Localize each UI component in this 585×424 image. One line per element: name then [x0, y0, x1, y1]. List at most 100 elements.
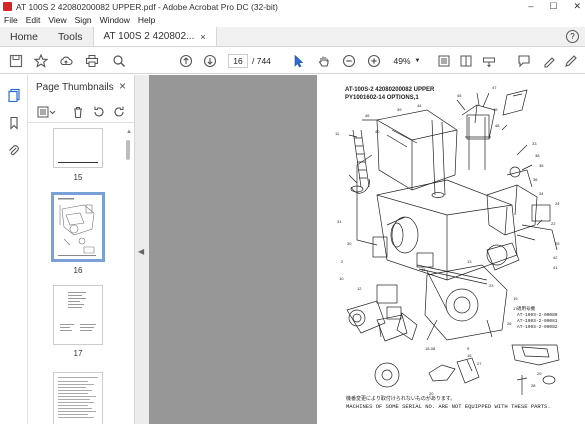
- bookmarks-icon[interactable]: [6, 115, 22, 131]
- svg-text:26: 26: [507, 321, 512, 326]
- page-total: / 744: [252, 56, 271, 66]
- thumbnail-page-17[interactable]: [53, 285, 103, 345]
- tab-document[interactable]: AT 100S 2 420802... ×: [92, 27, 217, 46]
- zoom-out-icon[interactable]: [341, 53, 357, 69]
- document-viewport[interactable]: AT-100S-2 42080200082 UPPER PY1001602-14…: [149, 75, 585, 424]
- svg-text:38: 38: [535, 153, 540, 158]
- maximize-button[interactable]: ☐: [549, 1, 557, 12]
- thumbnail-label: 17: [73, 349, 83, 358]
- svg-text:35: 35: [539, 163, 544, 168]
- svg-text:12: 12: [357, 286, 362, 291]
- footnote-english: MACHINES OF SOME SERIAL NO. ARE NOT EQUI…: [346, 403, 551, 410]
- menu-file[interactable]: File: [4, 15, 18, 25]
- svg-text:28: 28: [531, 383, 536, 388]
- svg-text:10: 10: [339, 276, 344, 281]
- svg-text:16: 16: [467, 353, 472, 358]
- menu-bar: File Edit View Sign Window Help: [0, 13, 585, 26]
- serial-item: AT-100S-2-00082: [517, 325, 558, 330]
- page-display-icon[interactable]: [458, 53, 474, 69]
- menu-window[interactable]: Window: [100, 15, 130, 25]
- svg-text:33: 33: [532, 141, 537, 146]
- find-icon[interactable]: [111, 53, 127, 69]
- sign-pen-icon[interactable]: [563, 53, 579, 69]
- svg-text:47: 47: [492, 85, 497, 90]
- menu-sign[interactable]: Sign: [75, 15, 92, 25]
- window-title: AT 100S 2 42080200082 UPPER.pdf - Adobe …: [16, 1, 278, 12]
- thumbnail-label: 16: [73, 266, 83, 275]
- hand-tool-icon[interactable]: [316, 53, 332, 69]
- svg-text:41: 41: [553, 265, 558, 270]
- svg-text:36: 36: [533, 177, 538, 182]
- print-icon[interactable]: [84, 53, 100, 69]
- scroll-up-arrow-icon[interactable]: ▲: [126, 129, 132, 135]
- svg-text:29: 29: [537, 371, 542, 376]
- acrobat-window: AT 100S 2 42080200082 UPPER.pdf - Adobe …: [0, 0, 585, 424]
- tab-tools[interactable]: Tools: [48, 27, 93, 46]
- comment-icon[interactable]: [516, 53, 532, 69]
- next-page-icon[interactable]: [202, 53, 218, 69]
- menu-view[interactable]: View: [48, 15, 66, 25]
- svg-text:48: 48: [495, 123, 500, 128]
- svg-text:25: 25: [555, 241, 560, 246]
- highlight-pen-icon[interactable]: [541, 53, 557, 69]
- page-number-input[interactable]: 16: [228, 54, 248, 68]
- thumbnail-page-15[interactable]: [53, 128, 103, 168]
- svg-text:45: 45: [457, 93, 462, 98]
- zoom-value: 49%: [393, 56, 411, 66]
- thumbnail-label: 15: [73, 173, 83, 182]
- svg-text:9: 9: [467, 346, 470, 351]
- svg-text:15: 15: [421, 267, 426, 272]
- rotate-ccw-icon[interactable]: [92, 105, 106, 119]
- svg-text:49: 49: [493, 107, 498, 112]
- svg-text:19: 19: [513, 296, 518, 301]
- cloud-upload-icon[interactable]: [58, 53, 74, 69]
- zoom-dropdown[interactable]: 49% ▼: [388, 54, 426, 68]
- pdf-page: AT-100S-2 42080200082 UPPER PY1001602-14…: [317, 75, 585, 424]
- rotate-cw-icon[interactable]: [112, 105, 126, 119]
- svg-text:30: 30: [347, 241, 352, 246]
- svg-text:23: 23: [489, 283, 494, 288]
- title-bar: AT 100S 2 42080200082 UPPER.pdf - Adobe …: [0, 0, 585, 13]
- menu-help[interactable]: Help: [138, 15, 155, 25]
- tab-document-label: AT 100S 2 420802...: [103, 31, 195, 42]
- panel-collapse-handle[interactable]: ◀: [135, 75, 149, 424]
- fit-page-icon[interactable]: [436, 53, 452, 69]
- options-menu-icon[interactable]: [36, 105, 58, 119]
- thumbnails-toolbar: [28, 101, 134, 123]
- svg-text:42: 42: [553, 255, 558, 260]
- help-icon[interactable]: ?: [566, 30, 579, 43]
- svg-text:13: 13: [467, 259, 472, 264]
- footnote-japanese: 機番変更により取付けられないものがあります。: [346, 396, 456, 402]
- save-icon[interactable]: [8, 53, 24, 69]
- previous-page-icon[interactable]: [178, 53, 194, 69]
- svg-text:18-08: 18-08: [425, 346, 436, 351]
- chevron-down-icon: ▼: [414, 58, 421, 64]
- thumbnail-page-16[interactable]: [51, 192, 105, 262]
- thumbnails-scrollbar[interactable]: [126, 140, 130, 160]
- minimize-button[interactable]: –: [528, 1, 533, 12]
- tab-bar: Home Tools AT 100S 2 420802... × ?: [0, 27, 585, 47]
- panel-close-button[interactable]: ×: [119, 79, 126, 93]
- page-thumbnails-icon[interactable]: [6, 87, 22, 103]
- left-rail: [0, 75, 28, 424]
- panel-title: Page Thumbnails: [36, 82, 114, 93]
- thumbnail-page-18[interactable]: [53, 372, 103, 424]
- parts-exploded-diagram: 11 46 40 39 44 45 47 49 48 33 38 35 36 3…: [335, 85, 560, 396]
- scroll-mode-icon[interactable]: [481, 53, 497, 69]
- delete-trash-icon[interactable]: [71, 105, 85, 119]
- bookmark-star-icon[interactable]: [33, 53, 49, 69]
- close-window-button[interactable]: ✕: [573, 1, 581, 12]
- select-cursor-icon[interactable]: [290, 53, 306, 69]
- svg-text:2: 2: [341, 259, 344, 264]
- zoom-in-icon[interactable]: [366, 53, 382, 69]
- svg-text:11: 11: [335, 131, 340, 136]
- svg-text:40: 40: [375, 129, 380, 134]
- toolbar: 16 / 744 49% ▼: [0, 48, 585, 74]
- menu-edit[interactable]: Edit: [26, 15, 41, 25]
- tab-home[interactable]: Home: [0, 27, 48, 46]
- serial-number-list: 適用号機 AT-100S-2-00080 AT-100S-2-00081 AT-…: [517, 307, 558, 331]
- svg-text:22: 22: [551, 221, 556, 226]
- page-thumbnails-panel: Page Thumbnails × ▲ 15 16 17: [28, 75, 135, 424]
- attachments-icon[interactable]: [6, 143, 22, 159]
- tab-close-button[interactable]: ×: [200, 32, 205, 42]
